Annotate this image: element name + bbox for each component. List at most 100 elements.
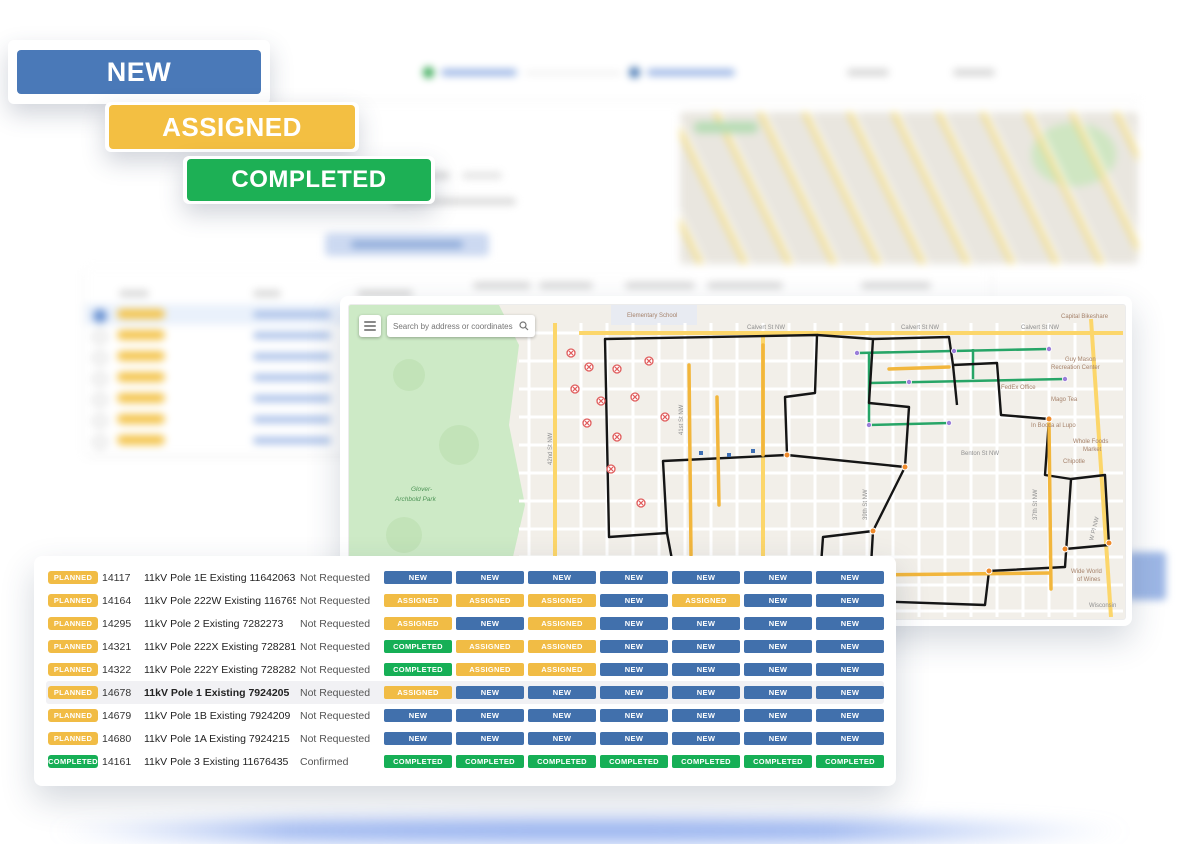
status-button[interactable]: NEW [816, 594, 884, 607]
status-button[interactable]: NEW [744, 732, 812, 745]
status-button[interactable]: NEW [600, 732, 668, 745]
status-button[interactable]: NEW [600, 594, 668, 607]
pole-name: 11kV Pole 1 Existing 7924205 [144, 687, 296, 699]
status-button[interactable]: NEW [600, 617, 668, 630]
status-button[interactable]: COMPLETED [384, 663, 452, 676]
status-button[interactable]: ASSIGNED [384, 686, 452, 699]
row-status-badge: COMPLETED [48, 755, 98, 768]
pole-name: 11kV Pole 222Y Existing 7282823 [144, 664, 296, 676]
status-button[interactable]: NEW [384, 709, 452, 722]
status-button[interactable]: NEW [528, 571, 596, 584]
status-button[interactable]: ASSIGNED [528, 594, 596, 607]
status-button[interactable]: COMPLETED [384, 755, 452, 768]
status-button[interactable]: NEW [816, 709, 884, 722]
status-button[interactable]: ASSIGNED [672, 594, 740, 607]
status-button[interactable]: NEW [384, 571, 452, 584]
status-button[interactable]: COMPLETED [384, 640, 452, 653]
map-label: FedEx Office [1001, 385, 1036, 391]
map-label: 37th St NW [1033, 489, 1039, 520]
status-button[interactable]: NEW [672, 732, 740, 745]
status-button[interactable]: NEW [456, 732, 524, 745]
map-label: Wisconsin [1089, 603, 1116, 609]
map-label: Glover- [411, 486, 433, 493]
menu-button[interactable] [359, 315, 381, 337]
status-button[interactable]: NEW [672, 640, 740, 653]
status-button[interactable]: NEW [456, 686, 524, 699]
table-row: COMPLETED1416111kV Pole 3 Existing 11676… [46, 750, 884, 773]
status-button[interactable]: COMPLETED [600, 755, 668, 768]
status-button[interactable]: NEW [384, 732, 452, 745]
status-button[interactable]: NEW [528, 732, 596, 745]
status-button[interactable]: NEW [744, 594, 812, 607]
status-button[interactable]: NEW [672, 663, 740, 676]
map-label: Mago Tea [1051, 397, 1078, 403]
assigned-badge: ASSIGNED [109, 105, 355, 149]
status-button[interactable]: NEW [744, 663, 812, 676]
request-status: Not Requested [300, 618, 380, 630]
status-button[interactable]: ASSIGNED [456, 594, 524, 607]
map-label: Capital Bikeshare [1061, 314, 1109, 320]
status-button[interactable]: NEW [672, 571, 740, 584]
new-badge: NEW [17, 50, 261, 94]
pole-name: 11kV Pole 1B Existing 7924209 [144, 710, 296, 722]
blurred-primary-button [325, 233, 489, 256]
request-status: Not Requested [300, 664, 380, 676]
pole-table: PLANNED1411711kV Pole 1E Existing 116420… [34, 556, 896, 786]
status-button[interactable]: NEW [600, 663, 668, 676]
status-button[interactable]: COMPLETED [528, 755, 596, 768]
status-button[interactable]: NEW [456, 617, 524, 630]
status-button[interactable]: ASSIGNED [528, 640, 596, 653]
status-button[interactable]: NEW [744, 709, 812, 722]
status-button[interactable]: NEW [816, 732, 884, 745]
map-label: 41st St NW [679, 404, 685, 435]
status-button[interactable]: ASSIGNED [384, 617, 452, 630]
pole-id: 14680 [102, 733, 140, 745]
map-label: 39th St NW [863, 489, 869, 520]
status-button[interactable]: NEW [456, 571, 524, 584]
status-button[interactable]: NEW [600, 709, 668, 722]
pole-name: 11kV Pole 3 Existing 11676435 [144, 756, 296, 768]
status-button[interactable]: NEW [672, 617, 740, 630]
request-status: Not Requested [300, 572, 380, 584]
pole-name: 11kV Pole 222X Existing 7282819 [144, 641, 296, 653]
status-button[interactable]: NEW [672, 709, 740, 722]
status-button[interactable]: NEW [672, 686, 740, 699]
status-button[interactable]: NEW [600, 640, 668, 653]
blurred-right-fragment [1128, 552, 1166, 600]
status-button[interactable]: NEW [528, 709, 596, 722]
status-button[interactable]: ASSIGNED [456, 640, 524, 653]
status-button[interactable]: NEW [816, 617, 884, 630]
status-button[interactable]: NEW [744, 617, 812, 630]
row-status-badge: PLANNED [48, 663, 98, 676]
status-button[interactable]: COMPLETED [744, 755, 812, 768]
status-button[interactable]: NEW [816, 686, 884, 699]
status-button[interactable]: ASSIGNED [456, 663, 524, 676]
status-button[interactable]: NEW [816, 663, 884, 676]
status-button[interactable]: NEW [528, 686, 596, 699]
status-button[interactable]: COMPLETED [672, 755, 740, 768]
status-button[interactable]: NEW [816, 571, 884, 584]
request-status: Confirmed [300, 756, 380, 768]
map-label: Whole Foods [1073, 439, 1108, 445]
row-status-badge: PLANNED [48, 594, 98, 607]
pole-id: 14164 [102, 595, 140, 607]
status-button[interactable]: NEW [600, 571, 668, 584]
status-button[interactable]: NEW [456, 709, 524, 722]
table-row: PLANNED1429511kV Pole 2 Existing 7282273… [46, 612, 884, 635]
status-button[interactable]: ASSIGNED [384, 594, 452, 607]
table-row: PLANNED1467911kV Pole 1B Existing 792420… [46, 704, 884, 727]
map-label: Benton St NW [961, 451, 999, 457]
status-button[interactable]: ASSIGNED [528, 663, 596, 676]
row-status-badge: PLANNED [48, 640, 98, 653]
map-search-input[interactable]: Search by address or coordinates [387, 315, 535, 337]
status-button[interactable]: ASSIGNED [528, 617, 596, 630]
status-button[interactable]: NEW [744, 571, 812, 584]
status-button[interactable]: NEW [816, 640, 884, 653]
status-button[interactable]: COMPLETED [456, 755, 524, 768]
status-button[interactable]: COMPLETED [816, 755, 884, 768]
status-button[interactable]: NEW [600, 686, 668, 699]
hamburger-icon [364, 321, 376, 331]
status-button[interactable]: NEW [744, 640, 812, 653]
table-row: PLANNED1411711kV Pole 1E Existing 116420… [46, 566, 884, 589]
status-button[interactable]: NEW [744, 686, 812, 699]
